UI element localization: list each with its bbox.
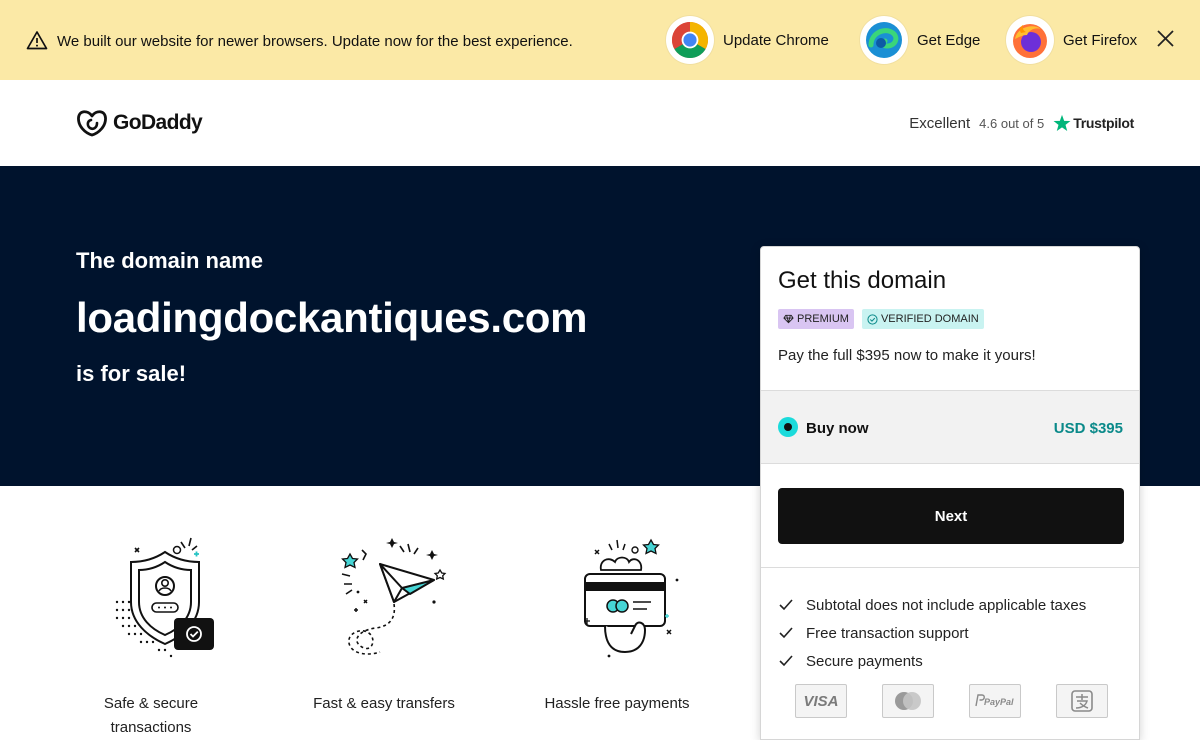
feature-safe-secure: Safe & secure transactions [66, 530, 236, 736]
get-firefox-label: Get Firefox [1063, 31, 1138, 49]
checkmark-icon [779, 627, 793, 639]
domain-name: loadingdockantiques.com [76, 294, 588, 341]
checkmark-icon [779, 599, 793, 611]
svg-text:VISA: VISA [803, 693, 838, 709]
get-edge-button[interactable]: Get Edge [860, 16, 980, 64]
trustpilot-rating[interactable]: Excellent 4.6 out of 5 Trustpilot [909, 112, 1134, 134]
logo-text: GoDaddy [113, 111, 203, 134]
paper-plane-icon [341, 538, 447, 655]
banner-message: We built our website for newer browsers.… [57, 33, 573, 50]
visa-icon: VISA [795, 684, 847, 718]
verified-domain-badge: VERIFIED DOMAIN [861, 309, 984, 329]
hero-for-sale: is for sale! [76, 361, 187, 386]
get-firefox-button[interactable]: Get Firefox [1006, 16, 1137, 64]
trustpilot-brand: Trustpilot [1073, 115, 1134, 131]
payment-methods: VISA PayPal [795, 684, 1108, 718]
feature-fast-transfers: Fast & easy transfers [299, 530, 469, 712]
godaddy-logo[interactable]: GoDaddy [76, 108, 203, 138]
feature-label-fast-transfers: Fast & easy transfers [313, 695, 455, 712]
update-chrome-button[interactable]: Update Chrome [666, 16, 829, 64]
checkmark-icon [779, 655, 793, 667]
diamond-icon [783, 314, 794, 324]
close-icon[interactable] [1154, 27, 1178, 51]
premium-badge-label: PREMIUM [797, 313, 849, 325]
alipay-icon [1056, 684, 1108, 718]
shield-icon [115, 537, 214, 658]
premium-badge: PREMIUM [778, 309, 854, 329]
benefits-list: Subtotal does not include applicable tax… [778, 591, 1086, 675]
update-chrome-label: Update Chrome [723, 31, 829, 49]
edge-icon [860, 16, 908, 64]
buy-now-option[interactable]: Buy now USD $395 [761, 390, 1139, 464]
warning-icon [26, 31, 48, 50]
next-button[interactable]: Next [778, 488, 1124, 544]
benefit-item: Free transaction support [778, 619, 1086, 647]
card-divider [761, 567, 1139, 568]
benefit-item: Secure payments [778, 647, 1086, 675]
feature-label-hassle-free-payments: Hassle free payments [544, 695, 690, 712]
svg-text:PayPal: PayPal [984, 697, 1014, 707]
verified-check-icon [867, 313, 878, 325]
godaddy-logo-icon [77, 110, 107, 137]
benefit-text: Free transaction support [806, 624, 969, 642]
buy-now-label: Buy now [806, 420, 869, 437]
chrome-icon [666, 16, 714, 64]
firefox-icon [1006, 16, 1054, 64]
card-title: Get this domain [778, 267, 947, 294]
trust-score: 4.6 out of 5 [979, 115, 1045, 131]
benefit-text: Subtotal does not include applicable tax… [806, 596, 1087, 614]
buy-now-radio[interactable] [778, 417, 798, 437]
buy-now-price: USD $395 [1053, 420, 1123, 437]
trustpilot-star-icon [1053, 114, 1071, 132]
verified-badge-label: VERIFIED DOMAIN [880, 313, 979, 325]
feature-hassle-free-payments: Hassle free payments [532, 530, 702, 712]
site-header: GoDaddy Excellent 4.6 out of 5 Trustpilo… [0, 80, 1200, 166]
purchase-card: Get this domain PREMIUM VERIFIED DOMAIN … [760, 246, 1140, 740]
trust-rating-label: Excellent [909, 114, 971, 132]
get-edge-label: Get Edge [917, 31, 981, 49]
paypal-icon: PayPal [969, 684, 1021, 718]
payment-hand-icon [584, 538, 679, 658]
benefit-item: Subtotal does not include applicable tax… [778, 591, 1086, 619]
hero-intro: The domain name [76, 248, 264, 273]
pay-full-text: Pay the full $395 now to make it yours! [778, 347, 1036, 364]
browser-update-banner: We built our website for newer browsers.… [0, 0, 1200, 80]
mastercard-icon [882, 684, 934, 718]
feature-label-safe-secure: Safe & secure transactions [103, 695, 199, 736]
benefit-text: Secure payments [806, 652, 923, 670]
domain-badges: PREMIUM VERIFIED DOMAIN [778, 309, 984, 329]
